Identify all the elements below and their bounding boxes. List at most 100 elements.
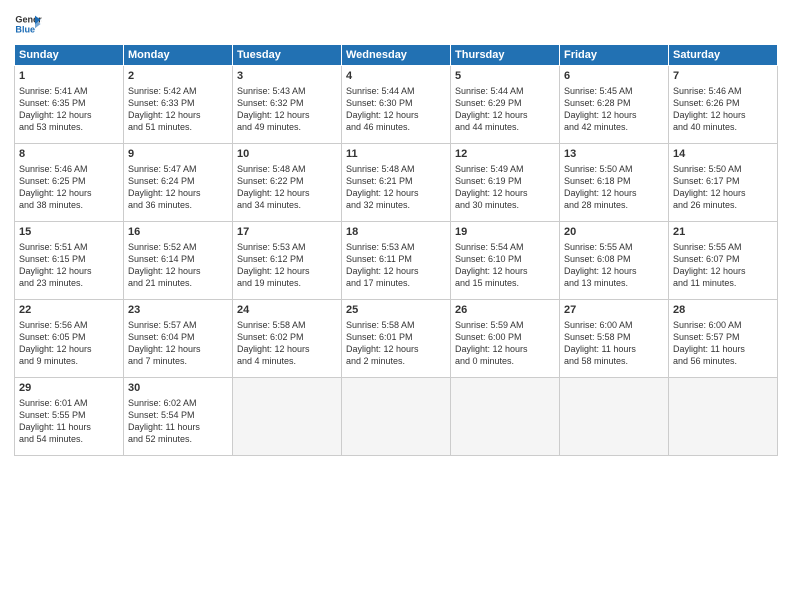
calendar-cell: 20Sunrise: 5:55 AMSunset: 6:08 PMDayligh… — [560, 222, 669, 300]
calendar-cell: 22Sunrise: 5:56 AMSunset: 6:05 PMDayligh… — [15, 300, 124, 378]
day-info-line: Sunset: 6:25 PM — [19, 175, 119, 187]
day-info-line: Sunrise: 5:50 AM — [673, 163, 773, 175]
day-info-line: and 21 minutes. — [128, 277, 228, 289]
day-number: 2 — [128, 69, 228, 84]
week-row-3: 15Sunrise: 5:51 AMSunset: 6:15 PMDayligh… — [15, 222, 778, 300]
day-info-line: and 40 minutes. — [673, 121, 773, 133]
calendar-cell: 5Sunrise: 5:44 AMSunset: 6:29 PMDaylight… — [451, 66, 560, 144]
calendar-cell: 21Sunrise: 5:55 AMSunset: 6:07 PMDayligh… — [669, 222, 778, 300]
day-info-line: and 26 minutes. — [673, 199, 773, 211]
day-info-line: Sunset: 5:58 PM — [564, 331, 664, 343]
day-number: 22 — [19, 303, 119, 318]
day-info-line: and 34 minutes. — [237, 199, 337, 211]
calendar-cell: 14Sunrise: 5:50 AMSunset: 6:17 PMDayligh… — [669, 144, 778, 222]
day-number: 5 — [455, 69, 555, 84]
day-info-line: and 54 minutes. — [19, 433, 119, 445]
day-info-line: Daylight: 12 hours — [673, 109, 773, 121]
day-info-line: Sunset: 6:00 PM — [455, 331, 555, 343]
week-row-1: 1Sunrise: 5:41 AMSunset: 6:35 PMDaylight… — [15, 66, 778, 144]
day-info-line: Daylight: 12 hours — [564, 265, 664, 277]
col-header-wednesday: Wednesday — [342, 45, 451, 66]
day-info-line: Sunrise: 5:51 AM — [19, 241, 119, 253]
calendar-cell: 3Sunrise: 5:43 AMSunset: 6:32 PMDaylight… — [233, 66, 342, 144]
week-row-2: 8Sunrise: 5:46 AMSunset: 6:25 PMDaylight… — [15, 144, 778, 222]
day-info-line: Daylight: 12 hours — [237, 187, 337, 199]
col-header-friday: Friday — [560, 45, 669, 66]
day-number: 23 — [128, 303, 228, 318]
day-info-line: Sunrise: 5:48 AM — [346, 163, 446, 175]
calendar-cell — [669, 378, 778, 456]
day-number: 9 — [128, 147, 228, 162]
day-info-line: Sunset: 5:57 PM — [673, 331, 773, 343]
calendar-cell: 6Sunrise: 5:45 AMSunset: 6:28 PMDaylight… — [560, 66, 669, 144]
day-info-line: Sunrise: 5:46 AM — [673, 85, 773, 97]
col-header-tuesday: Tuesday — [233, 45, 342, 66]
day-number: 24 — [237, 303, 337, 318]
calendar-body: 1Sunrise: 5:41 AMSunset: 6:35 PMDaylight… — [15, 66, 778, 456]
calendar-cell — [560, 378, 669, 456]
col-header-saturday: Saturday — [669, 45, 778, 66]
calendar-cell: 28Sunrise: 6:00 AMSunset: 5:57 PMDayligh… — [669, 300, 778, 378]
day-info-line: Sunset: 6:18 PM — [564, 175, 664, 187]
day-info-line: Daylight: 12 hours — [128, 187, 228, 199]
day-info-line: Sunset: 6:33 PM — [128, 97, 228, 109]
calendar-cell: 1Sunrise: 5:41 AMSunset: 6:35 PMDaylight… — [15, 66, 124, 144]
day-info-line: Sunrise: 5:58 AM — [346, 319, 446, 331]
day-info-line: Sunrise: 5:47 AM — [128, 163, 228, 175]
day-info-line: Sunset: 6:10 PM — [455, 253, 555, 265]
col-header-sunday: Sunday — [15, 45, 124, 66]
day-info-line: Daylight: 12 hours — [128, 109, 228, 121]
day-info-line: Daylight: 12 hours — [564, 187, 664, 199]
day-number: 18 — [346, 225, 446, 240]
day-info-line: Sunset: 5:55 PM — [19, 409, 119, 421]
day-info-line: and 51 minutes. — [128, 121, 228, 133]
day-info-line: Daylight: 12 hours — [19, 343, 119, 355]
day-info-line: Daylight: 12 hours — [673, 265, 773, 277]
day-number: 16 — [128, 225, 228, 240]
day-info-line: Sunrise: 6:00 AM — [673, 319, 773, 331]
week-row-5: 29Sunrise: 6:01 AMSunset: 5:55 PMDayligh… — [15, 378, 778, 456]
calendar-cell: 9Sunrise: 5:47 AMSunset: 6:24 PMDaylight… — [124, 144, 233, 222]
day-number: 12 — [455, 147, 555, 162]
day-info-line: Sunset: 6:28 PM — [564, 97, 664, 109]
day-number: 20 — [564, 225, 664, 240]
calendar-cell: 24Sunrise: 5:58 AMSunset: 6:02 PMDayligh… — [233, 300, 342, 378]
day-info-line: and 56 minutes. — [673, 355, 773, 367]
svg-text:Blue: Blue — [15, 24, 35, 34]
day-info-line: Sunset: 6:17 PM — [673, 175, 773, 187]
day-info-line: Sunrise: 5:42 AM — [128, 85, 228, 97]
day-info-line: and 4 minutes. — [237, 355, 337, 367]
day-info-line: Sunrise: 5:54 AM — [455, 241, 555, 253]
calendar-cell: 10Sunrise: 5:48 AMSunset: 6:22 PMDayligh… — [233, 144, 342, 222]
day-number: 10 — [237, 147, 337, 162]
day-info-line: Daylight: 12 hours — [455, 187, 555, 199]
day-info-line: Sunrise: 5:55 AM — [673, 241, 773, 253]
calendar-cell: 13Sunrise: 5:50 AMSunset: 6:18 PMDayligh… — [560, 144, 669, 222]
day-info-line: Sunrise: 5:44 AM — [455, 85, 555, 97]
day-info-line: Sunrise: 5:53 AM — [237, 241, 337, 253]
day-info-line: Sunset: 6:29 PM — [455, 97, 555, 109]
calendar-cell: 23Sunrise: 5:57 AMSunset: 6:04 PMDayligh… — [124, 300, 233, 378]
day-info-line: Daylight: 12 hours — [128, 265, 228, 277]
day-number: 1 — [19, 69, 119, 84]
day-info-line: Sunrise: 5:58 AM — [237, 319, 337, 331]
day-info-line: Sunset: 6:24 PM — [128, 175, 228, 187]
calendar-cell: 15Sunrise: 5:51 AMSunset: 6:15 PMDayligh… — [15, 222, 124, 300]
calendar-cell: 2Sunrise: 5:42 AMSunset: 6:33 PMDaylight… — [124, 66, 233, 144]
day-number: 15 — [19, 225, 119, 240]
day-info-line: Sunrise: 5:46 AM — [19, 163, 119, 175]
day-info-line: and 0 minutes. — [455, 355, 555, 367]
day-info-line: Sunrise: 6:00 AM — [564, 319, 664, 331]
day-info-line: Sunrise: 5:57 AM — [128, 319, 228, 331]
day-number: 29 — [19, 381, 119, 396]
calendar-cell: 7Sunrise: 5:46 AMSunset: 6:26 PMDaylight… — [669, 66, 778, 144]
day-info-line: Daylight: 12 hours — [346, 343, 446, 355]
day-info-line: Daylight: 12 hours — [19, 265, 119, 277]
day-info-line: and 32 minutes. — [346, 199, 446, 211]
day-info-line: Sunset: 6:14 PM — [128, 253, 228, 265]
week-row-4: 22Sunrise: 5:56 AMSunset: 6:05 PMDayligh… — [15, 300, 778, 378]
day-info-line: and 2 minutes. — [346, 355, 446, 367]
day-info-line: and 28 minutes. — [564, 199, 664, 211]
day-info-line: Sunrise: 6:02 AM — [128, 397, 228, 409]
day-info-line: Sunrise: 5:55 AM — [564, 241, 664, 253]
